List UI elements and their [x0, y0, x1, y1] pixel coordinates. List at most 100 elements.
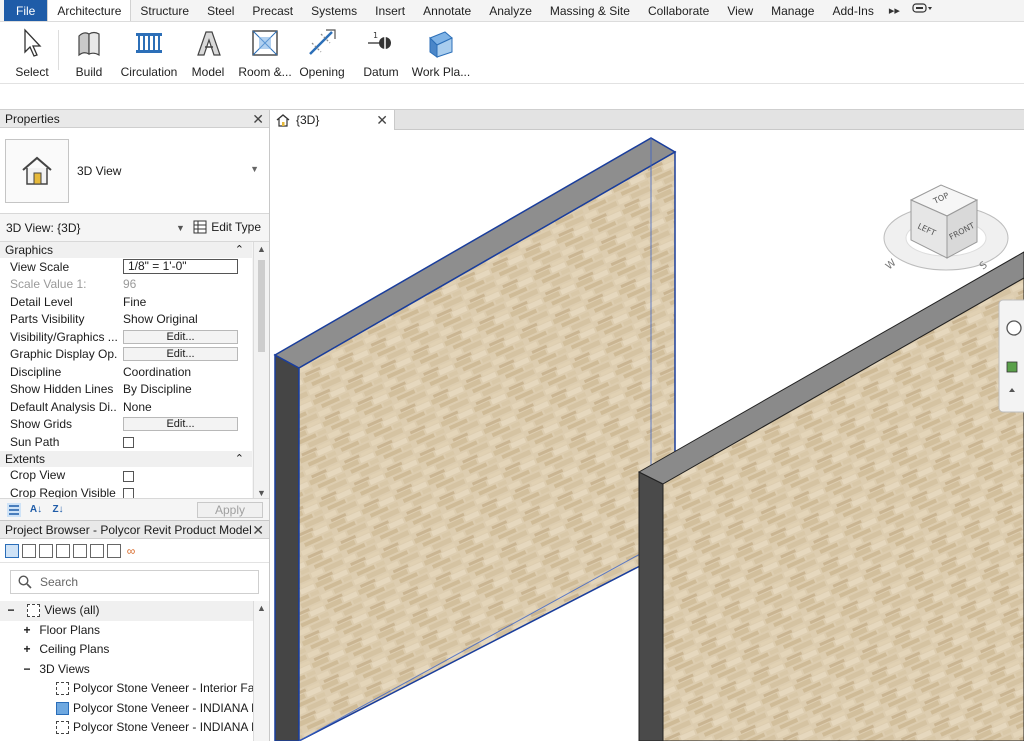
scroll-down-icon[interactable]: ▼: [257, 488, 266, 498]
collapse-icon[interactable]: −: [6, 601, 16, 621]
menu-add-ins[interactable]: Add-Ins: [823, 0, 882, 21]
row-sun-path[interactable]: Sun Path: [0, 433, 252, 451]
menu-file[interactable]: File: [4, 0, 48, 21]
row-view-scale[interactable]: View Scale 1/8" = 1'-0": [0, 258, 252, 276]
menu-precast[interactable]: Precast: [243, 0, 302, 21]
sheet-filter-icon[interactable]: [56, 543, 70, 558]
circulation-button[interactable]: Circulation: [119, 22, 179, 82]
close-icon[interactable]: ✕: [252, 112, 264, 126]
view-canvas[interactable]: W S TOP LEFT FRONT: [271, 130, 1024, 741]
opening-button[interactable]: Opening: [293, 22, 351, 82]
collapse-icon[interactable]: ⌃: [235, 242, 244, 258]
tree-node-view-3[interactable]: Polycor Stone Veneer - INDIANA L: [0, 718, 254, 738]
prop-name: Scale Value 1:: [10, 277, 87, 292]
chevron-down-icon[interactable]: ▼: [250, 164, 259, 174]
row-show-hidden-lines[interactable]: Show Hidden Lines By Discipline: [0, 380, 252, 398]
tree-node-view-2[interactable]: Polycor Stone Veneer - INDIANA L: [0, 699, 254, 719]
menu-structure[interactable]: Structure: [131, 0, 198, 21]
views-filter-icon[interactable]: [5, 543, 19, 558]
group-extents[interactable]: Extents ⌃: [0, 450, 252, 467]
group-filter-icon[interactable]: [90, 543, 104, 558]
tree-node-floor-plans[interactable]: + Floor Plans: [0, 621, 254, 641]
navigation-bar[interactable]: [998, 299, 1024, 413]
menu-manage[interactable]: Manage: [762, 0, 823, 21]
more-tabs-icon[interactable]: ▸▸: [883, 0, 906, 21]
browser-search-input[interactable]: Search: [10, 570, 259, 594]
browser-scrollbar[interactable]: ▲: [253, 601, 269, 741]
row-parts-visibility[interactable]: Parts Visibility Show Original: [0, 310, 252, 328]
model-button[interactable]: Model: [179, 22, 237, 82]
tree-node-3d-views[interactable]: − 3D Views: [0, 660, 254, 680]
prop-value[interactable]: Fine: [117, 295, 252, 309]
prop-value[interactable]: By Discipline: [117, 382, 252, 396]
revit-links-icon[interactable]: ∞: [124, 543, 138, 558]
family-filter-icon[interactable]: [73, 543, 87, 558]
sort-descending-icon[interactable]: Z↓: [50, 502, 66, 518]
datum-button[interactable]: 1 Datum: [351, 22, 411, 82]
menu-systems[interactable]: Systems: [302, 0, 366, 21]
crop-view-checkbox[interactable]: [123, 470, 134, 482]
prop-value[interactable]: Show Original: [117, 312, 252, 326]
ribbon-options-icon[interactable]: [906, 0, 940, 21]
properties-scrollbar[interactable]: ▲ ▼: [253, 242, 269, 500]
scroll-up-icon[interactable]: ▲: [257, 244, 266, 254]
3d-view-filter-icon[interactable]: [107, 543, 121, 558]
menu-massing-site[interactable]: Massing & Site: [541, 0, 639, 21]
3d-model-view[interactable]: W S TOP LEFT FRONT: [271, 130, 1024, 741]
row-discipline[interactable]: Discipline Coordination: [0, 363, 252, 381]
close-icon[interactable]: ✕: [252, 523, 264, 537]
instance-filter[interactable]: 3D View: {3D} ▼ Edit Type: [0, 214, 269, 242]
scroll-up-icon[interactable]: ▲: [257, 603, 266, 613]
menu-view[interactable]: View: [718, 0, 762, 21]
view-tab-3d[interactable]: {3D} ✕: [271, 110, 395, 130]
menu-collaborate[interactable]: Collaborate: [639, 0, 718, 21]
tree-node-view-1[interactable]: Polycor Stone Veneer - Interior Fac: [0, 679, 254, 699]
selected-wall[interactable]: [273, 137, 677, 741]
scroll-thumb[interactable]: [258, 260, 265, 352]
work-plane-button[interactable]: Work Pla...: [411, 22, 471, 82]
tree-node-ceiling-plans[interactable]: + Ceiling Plans: [0, 640, 254, 660]
type-selector[interactable]: 3D View ▼: [0, 128, 269, 214]
schedule-filter-icon[interactable]: [39, 543, 53, 558]
prop-value[interactable]: None: [117, 400, 252, 414]
collapse-icon[interactable]: −: [22, 660, 32, 680]
collapse-icon[interactable]: ⌃: [235, 451, 244, 467]
menu-annotate[interactable]: Annotate: [414, 0, 480, 21]
row-detail-level[interactable]: Detail Level Fine: [0, 293, 252, 311]
model-text-icon: [191, 26, 225, 60]
tree-node-views-all[interactable]: − Views (all): [0, 601, 254, 621]
expand-icon[interactable]: +: [22, 640, 32, 660]
sort-ascending-icon[interactable]: A↓: [28, 502, 44, 518]
row-default-analysis[interactable]: Default Analysis Di... None: [0, 398, 252, 416]
expand-icon[interactable]: +: [22, 621, 32, 641]
graphic-display-edit-button[interactable]: Edit...: [123, 347, 238, 362]
row-graphic-display[interactable]: Graphic Display Op... Edit...: [0, 345, 252, 363]
menu-architecture[interactable]: Architecture: [47, 0, 132, 21]
floor-plan-filter-icon[interactable]: [22, 543, 36, 558]
close-icon[interactable]: ✕: [376, 113, 388, 127]
wall[interactable]: [637, 251, 1024, 741]
build-button[interactable]: Build: [59, 22, 119, 82]
instance-label: 3D View: {3D}: [6, 220, 81, 235]
menu-insert[interactable]: Insert: [366, 0, 414, 21]
apply-button[interactable]: Apply: [197, 502, 263, 518]
menu-steel[interactable]: Steel: [198, 0, 243, 21]
select-button[interactable]: Select: [6, 22, 58, 82]
categorize-icon[interactable]: [6, 502, 22, 518]
edit-type-button[interactable]: Edit Type: [193, 220, 261, 234]
row-crop-view[interactable]: Crop View: [0, 466, 252, 484]
view-scale-input[interactable]: 1/8" = 1'-0": [123, 259, 238, 275]
room-area-button[interactable]: Room &...: [237, 22, 293, 82]
row-show-grids[interactable]: Show Grids Edit...: [0, 415, 252, 433]
prop-value[interactable]: Coordination: [117, 365, 252, 379]
steering-wheel-icon[interactable]: [1006, 320, 1022, 336]
group-graphics[interactable]: Graphics ⌃: [0, 242, 252, 258]
row-visibility-graphics[interactable]: Visibility/Graphics ... Edit...: [0, 328, 252, 346]
chevron-down-icon[interactable]: ▼: [176, 223, 185, 233]
viewcube[interactable]: W S TOP LEFT FRONT: [883, 184, 1009, 272]
show-grids-edit-button[interactable]: Edit...: [123, 417, 238, 432]
menu-analyze[interactable]: Analyze: [480, 0, 541, 21]
sun-path-checkbox[interactable]: [123, 437, 134, 449]
zoom-icon[interactable]: [1006, 361, 1018, 373]
visibility-graphics-edit-button[interactable]: Edit...: [123, 329, 238, 344]
